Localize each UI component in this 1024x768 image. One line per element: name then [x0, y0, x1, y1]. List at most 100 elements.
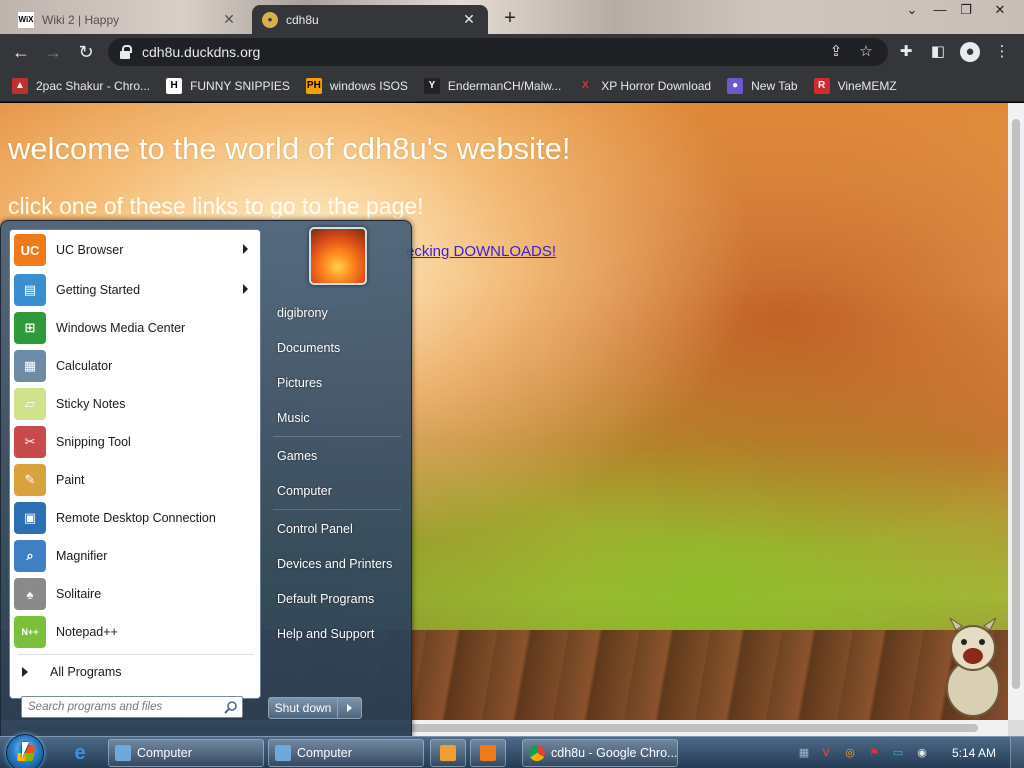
bookmark-label: FUNNY SNIPPIES: [190, 78, 290, 93]
show-desktop-button[interactable]: [1010, 737, 1024, 768]
bookmark-label: windows ISOS: [329, 78, 408, 93]
start-program-item[interactable]: ▦ Calculator: [10, 348, 260, 384]
program-label: Magnifier: [56, 549, 108, 563]
tray-flag-icon[interactable]: ⚑: [866, 745, 882, 761]
notepad-plus-plus-icon: N++: [14, 616, 46, 648]
calculator-icon: ▦: [14, 350, 46, 382]
taskbar-button[interactable]: Computer: [108, 739, 264, 767]
program-label: UC Browser: [56, 243, 124, 257]
tray-search-icon[interactable]: ◎: [842, 745, 858, 761]
tab-search-chevron-icon[interactable]: ⌄: [898, 2, 926, 18]
computer-icon: [275, 745, 291, 761]
close-window-button[interactable]: ✕: [986, 2, 1014, 18]
start-link-item[interactable]: Documents: [269, 334, 403, 362]
user-picture-avatar[interactable]: [309, 227, 367, 285]
bookmark-2pac-icon: ▲: [12, 77, 28, 94]
bookmark-item[interactable]: PH windows ISOS: [305, 77, 408, 94]
tray-display-icon[interactable]: ▭: [890, 745, 906, 761]
program-label: Paint: [56, 473, 85, 487]
bookmark-star-icon[interactable]: ☆: [854, 38, 878, 66]
chrome-icon: [529, 745, 545, 761]
restore-button[interactable]: ❐: [952, 2, 980, 18]
url-text: cdh8u.duckdns.org: [142, 44, 261, 60]
start-program-item[interactable]: ♠ Solitaire: [10, 576, 260, 612]
forward-arrow-icon[interactable]: →: [42, 41, 64, 63]
start-link-item[interactable]: Help and Support: [269, 620, 403, 648]
tab-wiki[interactable]: WiX Wiki 2 | Happy ✕: [8, 5, 248, 34]
browser-tab-strip: WiX Wiki 2 | Happy ✕ ● cdh8u ✕ + ⌄ — ❐ ✕: [0, 0, 1024, 34]
shut-down-options-arrow-icon[interactable]: [338, 697, 362, 719]
new-tab-button[interactable]: +: [500, 7, 520, 30]
sticky-notes-icon: ▱: [14, 388, 46, 420]
submenu-arrow-icon: [243, 284, 248, 294]
start-link-item[interactable]: Pictures: [269, 369, 403, 397]
menu-kebab-icon[interactable]: ⋮: [992, 42, 1012, 62]
bookmark-item[interactable]: Y EndermanCH/Malw...: [423, 77, 561, 94]
taskbar-button[interactable]: cdh8u - Google Chro...: [522, 739, 678, 767]
bookmark-item[interactable]: R VineMEMZ: [813, 77, 897, 94]
bookmark-item[interactable]: X XP Horror Download: [577, 77, 711, 94]
taskbar-button-label: Computer: [297, 746, 352, 760]
bookmark-h-icon: H: [166, 77, 183, 94]
program-label: Solitaire: [56, 587, 102, 601]
extensions-puzzle-icon[interactable]: ✚: [896, 42, 916, 62]
scroll-thumb[interactable]: [1012, 119, 1020, 689]
all-programs-item[interactable]: All Programs: [10, 658, 260, 686]
submenu-arrow-icon: [243, 244, 248, 254]
bookmark-item[interactable]: ● New Tab: [727, 77, 798, 94]
start-link-item[interactable]: digibrony: [269, 299, 403, 327]
start-link-item[interactable]: Games: [269, 442, 403, 470]
start-program-item[interactable]: ▱ Sticky Notes: [10, 386, 260, 422]
start-program-item[interactable]: ⌕ Magnifier: [10, 538, 260, 574]
side-panel-icon[interactable]: ◧: [928, 42, 948, 62]
bookmark-ph-icon: PH: [305, 77, 322, 94]
shut-down-button[interactable]: Shut down: [268, 697, 338, 719]
start-link-item[interactable]: Default Programs: [269, 585, 403, 613]
search-icon[interactable]: [224, 700, 238, 714]
start-program-item[interactable]: ▤ Getting Started: [10, 272, 260, 308]
back-arrow-icon[interactable]: ←: [10, 41, 32, 63]
taskbar-button-label: cdh8u - Google Chro...: [551, 746, 678, 760]
lock-icon: [120, 45, 132, 59]
start-program-item[interactable]: UC UC Browser: [10, 232, 260, 268]
tray-volume-icon[interactable]: ◉: [914, 745, 930, 761]
taskbar-button[interactable]: [470, 739, 506, 767]
profile-avatar-icon[interactable]: ●: [960, 42, 980, 62]
start-link-item[interactable]: Control Panel: [269, 515, 403, 543]
taskbar-button[interactable]: [430, 739, 466, 767]
reload-icon[interactable]: ↻: [75, 41, 97, 63]
internet-explorer-icon[interactable]: e: [68, 741, 92, 765]
bookmark-item[interactable]: ▲ 2pac Shakur - Chro...: [12, 77, 150, 94]
start-program-item[interactable]: ✂ Snipping Tool: [10, 424, 260, 460]
tray-network-icon[interactable]: ▦: [796, 745, 812, 761]
system-clock[interactable]: 5:14 AM: [944, 737, 1004, 768]
scroll-corner: [1008, 720, 1024, 736]
start-program-item[interactable]: ✎ Paint: [10, 462, 260, 498]
page-heading: welcome to the world of cdh8u's website!: [8, 131, 571, 166]
address-bar[interactable]: cdh8u.duckdns.org ⇪ ☆: [108, 38, 888, 66]
divider: [18, 654, 254, 655]
bookmark-item[interactable]: H FUNNY SNIPPIES: [166, 77, 290, 94]
tab-close-icon[interactable]: ✕: [460, 11, 478, 28]
program-label: Windows Media Center: [56, 321, 186, 335]
tab-close-icon[interactable]: ✕: [220, 11, 238, 28]
taskbar-button[interactable]: Computer: [268, 739, 424, 767]
start-link-item[interactable]: Devices and Printers: [269, 550, 403, 578]
tray-v-icon[interactable]: V: [818, 745, 834, 761]
vertical-scrollbar[interactable]: [1008, 103, 1024, 720]
start-link-item[interactable]: Music: [269, 404, 403, 432]
start-program-item[interactable]: ▣ Remote Desktop Connection: [10, 500, 260, 536]
minimize-button[interactable]: —: [926, 2, 954, 17]
browser-toolbar: ← → ↻ cdh8u.duckdns.org ⇪ ☆ ✚ ◧ ● ⋮: [0, 34, 1024, 70]
start-program-item[interactable]: ⊞ Windows Media Center: [10, 310, 260, 346]
tab-cdh8u[interactable]: ● cdh8u ✕: [252, 5, 488, 34]
start-search-input[interactable]: Search programs and files: [21, 696, 243, 718]
magnifier-icon: ⌕: [14, 540, 46, 572]
desktop-screen: WiX Wiki 2 | Happy ✕ ● cdh8u ✕ + ⌄ — ❐ ✕…: [0, 0, 1024, 768]
site-favicon-icon: ●: [262, 11, 278, 28]
program-label: Snipping Tool: [56, 435, 131, 449]
start-link-item[interactable]: Computer: [269, 477, 403, 505]
start-program-item[interactable]: N++ Notepad++: [10, 614, 260, 650]
downloads-link[interactable]: ecking DOWNLOADS!: [406, 243, 556, 260]
share-icon[interactable]: ⇪: [824, 38, 848, 66]
